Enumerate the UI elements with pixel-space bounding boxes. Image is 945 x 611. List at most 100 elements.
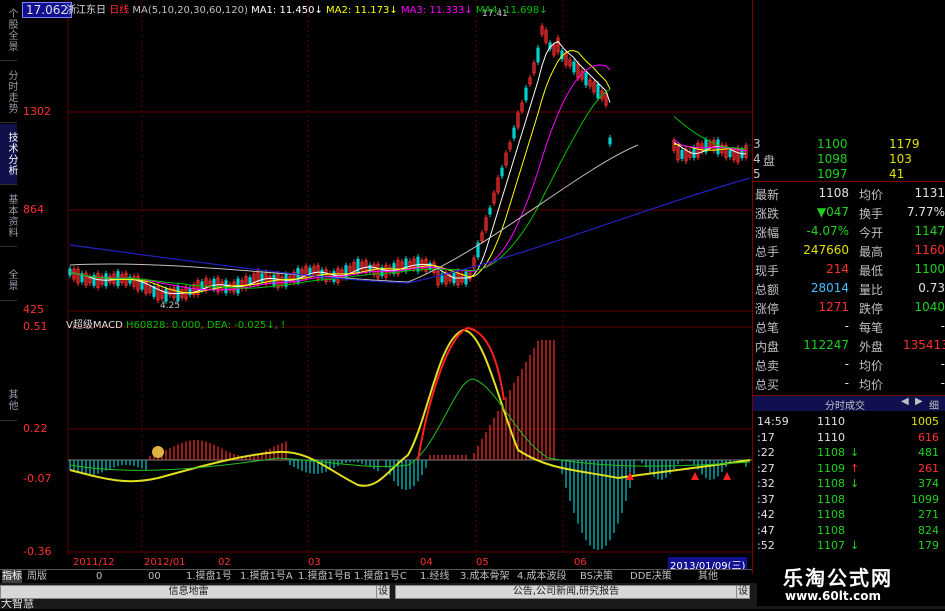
orderbook-level: 3 xyxy=(753,137,761,151)
tab-intraday[interactable]: 分时走势 xyxy=(0,62,17,123)
high-price-mark: 17.41 xyxy=(482,9,508,19)
quote-row: 总手 247660 最高 1160 xyxy=(753,242,945,259)
tab-indicator[interactable]: 指标 xyxy=(2,570,22,583)
quote-label: 均价 xyxy=(859,378,884,392)
news-settings-button[interactable]: 设 xyxy=(736,585,750,599)
macd-axis-label: 0.51 xyxy=(23,320,48,333)
ticks-next-icon[interactable]: ▶ xyxy=(915,396,923,407)
candle-body xyxy=(512,127,516,139)
tick-price: 1110 xyxy=(817,430,845,444)
macd-axis-label: 0.22 xyxy=(23,422,48,435)
event-marker-icon xyxy=(152,446,164,458)
quote-value: 7.77% xyxy=(906,205,945,219)
orderbook-top-blank xyxy=(753,0,945,135)
tick-time: :32 xyxy=(757,477,775,490)
quote-value: - xyxy=(940,376,945,390)
macd-values: H60828: 0.000, DEA: -0.025↓, ! xyxy=(126,320,286,331)
candle-body xyxy=(488,207,492,215)
tab-profile[interactable]: 基本资料 xyxy=(0,186,17,247)
tab-0[interactable]: 0 xyxy=(96,570,102,583)
tab-other-indicators[interactable]: 其他 xyxy=(698,570,718,583)
candle-body xyxy=(188,288,192,295)
candle-body xyxy=(680,150,684,159)
quote-value: 1108 xyxy=(818,186,849,200)
ticks-prev-icon[interactable]: ◀ xyxy=(901,396,909,407)
orderbook-price: 1098 xyxy=(817,152,848,166)
orderbook-level: 5 xyxy=(753,167,761,181)
macd-axis-label: -0.07 xyxy=(23,472,52,485)
quote-value: - xyxy=(844,357,849,371)
news-button[interactable]: 公告,公司新闻,研究报告 xyxy=(395,585,737,599)
candle-body xyxy=(416,256,420,272)
info-settings-button[interactable]: 设 xyxy=(376,585,390,599)
candle-body xyxy=(608,137,612,145)
tab-mopan1c[interactable]: 1.摸盘1号C xyxy=(354,570,407,583)
ma2-value: MA2: 11.173↓ xyxy=(326,5,398,16)
tick-volume: 271 xyxy=(918,508,939,521)
quote-value: ▼047 xyxy=(816,205,849,219)
tab-panorama[interactable]: 全景 xyxy=(0,260,17,301)
candle-body xyxy=(692,147,696,158)
tick-row: :52 1107 ↓ 179 xyxy=(753,538,945,554)
quote-label: 总额 xyxy=(755,283,780,297)
macd-header: V超级MACD H60828: 0.000, DEA: -0.025↓, ! xyxy=(66,316,285,331)
tab-mopan1b[interactable]: 1.摸盘1号B xyxy=(298,570,351,583)
quote-label: 涨幅 xyxy=(755,226,780,240)
ma-params: MA(5,10,20,30,60,120) xyxy=(132,5,248,16)
price-axis-label: 864 xyxy=(23,203,44,216)
tick-price: 1108 xyxy=(817,508,845,521)
candle-body xyxy=(428,263,432,270)
period-label[interactable]: 日线 xyxy=(109,5,129,16)
candle-body xyxy=(248,277,252,284)
orderbook-price: 1097 xyxy=(817,167,848,181)
orderbook-volume: 41 xyxy=(889,167,905,181)
candle-body xyxy=(164,288,168,302)
quote-row: 最新 1108 均价 1131 xyxy=(753,185,945,202)
tab-other[interactable]: 其他 xyxy=(0,380,17,421)
date-axis: 2011/12 2012/01 02 03 04 05 06 2013/01/0… xyxy=(68,557,752,572)
quote-value: 214 xyxy=(826,262,849,276)
quote-label: 每笔 xyxy=(859,321,884,335)
divider xyxy=(753,181,945,182)
tab-cost-skeleton[interactable]: 3.成本骨架 xyxy=(460,570,510,583)
tab-jingxian[interactable]: 1.经线 xyxy=(420,570,450,583)
low-price-mark: 4.25 xyxy=(160,301,181,311)
tab-weekly[interactable]: 周版 xyxy=(27,570,47,583)
orderbook-row: 4 1098 103 xyxy=(753,151,945,167)
quote-label: 量比 xyxy=(859,283,884,297)
quote-value: 247660 xyxy=(803,243,849,257)
date-label: 2011/12 xyxy=(73,557,115,568)
quote-row: 总买 - 均价 - xyxy=(753,375,945,392)
tick-price: 1108 xyxy=(817,523,845,537)
quote-label: 均价 xyxy=(859,359,884,373)
quote-row: 总额 28014 量比 0.73 xyxy=(753,280,945,297)
tab-bs-decision[interactable]: BS决策 xyxy=(580,570,613,583)
tab-mopan1[interactable]: 1.摸盘1号 xyxy=(186,570,232,583)
ticks-detail-button[interactable]: 细 xyxy=(929,397,939,412)
tab-overview[interactable]: 个股全景 xyxy=(0,0,17,61)
quote-value: 1040 xyxy=(914,300,945,314)
watermark-logo: 乐淘公式网 www.60lt.com xyxy=(757,556,945,606)
tick-row: :32 1108 ↓ 374 xyxy=(753,476,945,492)
macd-name[interactable]: V超级MACD xyxy=(66,320,123,331)
tab-technical[interactable]: 技术分析 xyxy=(0,124,17,185)
kline-chart[interactable] xyxy=(18,0,752,569)
tab-cost-band[interactable]: 4.成本波段 xyxy=(517,570,567,583)
brand-name: 乐淘公式网 xyxy=(783,566,893,590)
tab-00[interactable]: 00 xyxy=(148,570,161,583)
tick-time: :37 xyxy=(757,492,775,506)
quote-value: 1100 xyxy=(914,262,945,276)
tick-volume: 481 xyxy=(918,446,939,459)
candle-body xyxy=(524,87,528,101)
tab-dde-decision[interactable]: DDE决策 xyxy=(630,570,672,583)
tick-price: 1108 xyxy=(817,477,845,490)
info-mine-button[interactable]: 信息地雷 xyxy=(0,585,377,599)
orderbook-level: 4 xyxy=(753,152,761,166)
macd-axis-label: -0.36 xyxy=(23,545,52,558)
tab-mopan1a[interactable]: 1.摸盘1号A xyxy=(240,570,293,583)
quote-value: 1160 xyxy=(914,243,945,257)
quote-value: - xyxy=(940,319,945,333)
tick-volume: 824 xyxy=(918,523,939,537)
tick-row: :27 1109 ↑ 261 xyxy=(753,461,945,477)
price-axis-label: 425 xyxy=(23,303,44,316)
